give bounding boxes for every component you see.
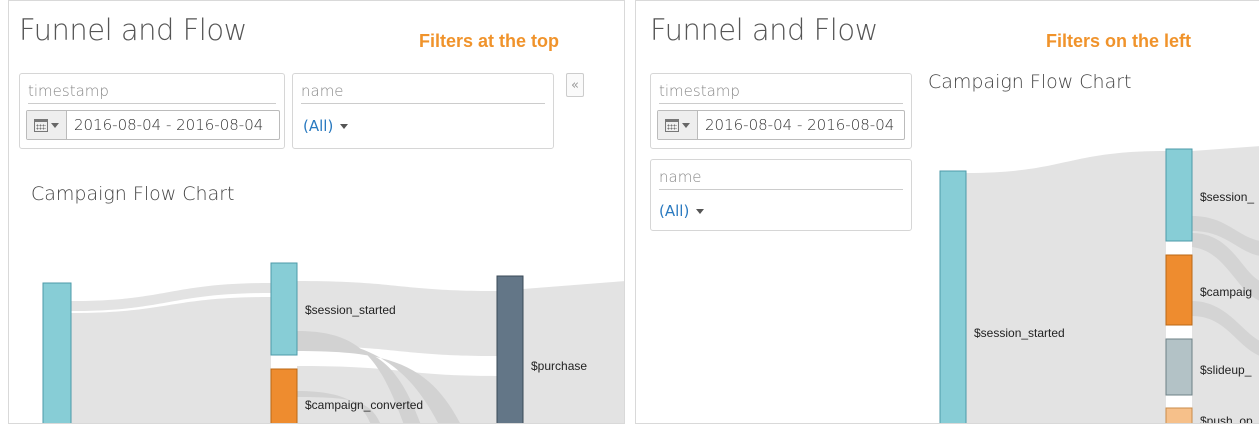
node-purchase[interactable] (496, 275, 524, 424)
node-label-slideup: $slideup_ (1200, 363, 1252, 377)
node-session-started[interactable] (270, 262, 298, 356)
panel-filters-top: Funnel and Flow Filters at the top times… (8, 0, 625, 424)
node-source[interactable] (42, 282, 72, 424)
node-label-campaign: $campaig (1200, 285, 1252, 299)
node-push-opened[interactable] (1165, 407, 1193, 424)
node-session[interactable] (1165, 148, 1193, 242)
node-label-campaign-converted: $campaign_converted (305, 398, 423, 412)
flow-link (523, 281, 624, 423)
node-label-push-opened: $push_op (1200, 414, 1253, 424)
node-label-session: $session_ (1200, 190, 1254, 204)
node-campaign[interactable] (1165, 254, 1193, 326)
node-label-session-started: $session_started (305, 303, 396, 317)
node-label-purchase: $purchase (531, 359, 587, 373)
node-session-started[interactable] (939, 170, 967, 424)
node-campaign-converted[interactable] (270, 368, 298, 424)
flow-link (71, 297, 271, 423)
panel-filters-left: Funnel and Flow Filters on the left time… (635, 0, 1259, 424)
node-slideup[interactable] (1165, 338, 1193, 396)
flow-link (966, 151, 1166, 423)
flow-chart: $session_started $session_ $campaig $sli… (939, 146, 1259, 424)
node-label-session-started: $session_started (974, 326, 1065, 340)
flow-chart: $session_started $campaign_converted $pu… (42, 262, 624, 424)
